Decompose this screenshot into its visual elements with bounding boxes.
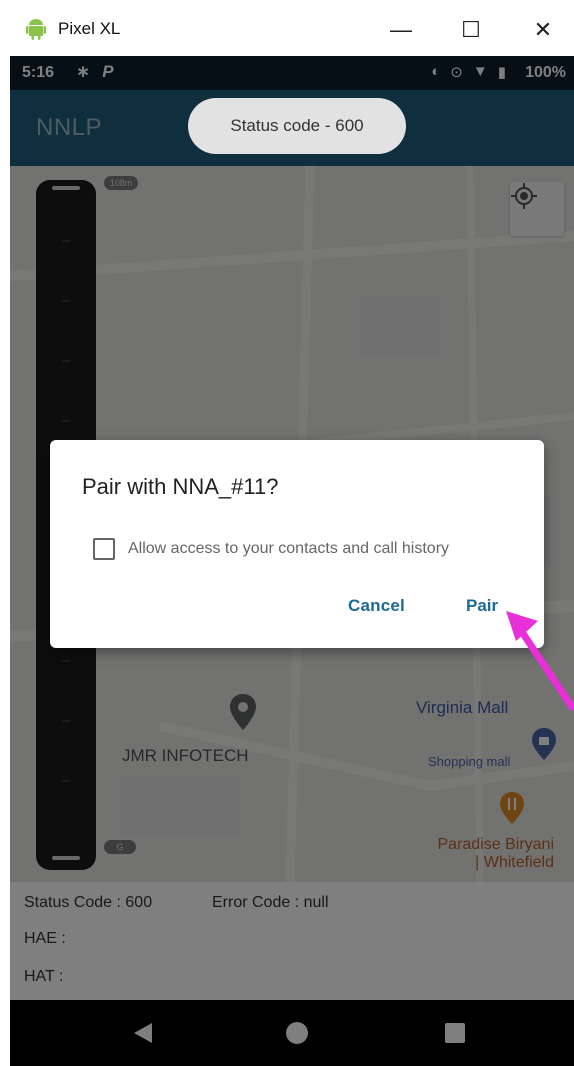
maximize-button[interactable]: ☐ [448,12,494,48]
android-icon [26,19,46,40]
cancel-button[interactable]: Cancel [348,596,405,616]
annotation-arrow-icon [506,611,574,711]
contacts-access-checkbox[interactable] [93,538,115,560]
close-button[interactable]: ✕ [520,12,566,48]
pair-button[interactable]: Pair [466,596,498,616]
minimize-button[interactable]: — [378,12,424,48]
window-title: Pixel XL [58,19,121,38]
toast-message: Status code - 600 [188,98,406,154]
pair-dialog: Pair with NNA_#11? Allow access to your … [50,440,544,648]
emulator-title-bar: Pixel XL — ☐ ✕ [0,0,574,56]
contacts-access-label[interactable]: Allow access to your contacts and call h… [128,540,449,558]
device-screen: 5:16 ∗ P ◐ ⊙ ▼ ▮ 100% NNLP [10,56,574,1066]
dialog-title: Pair with NNA_#11? [82,474,279,499]
